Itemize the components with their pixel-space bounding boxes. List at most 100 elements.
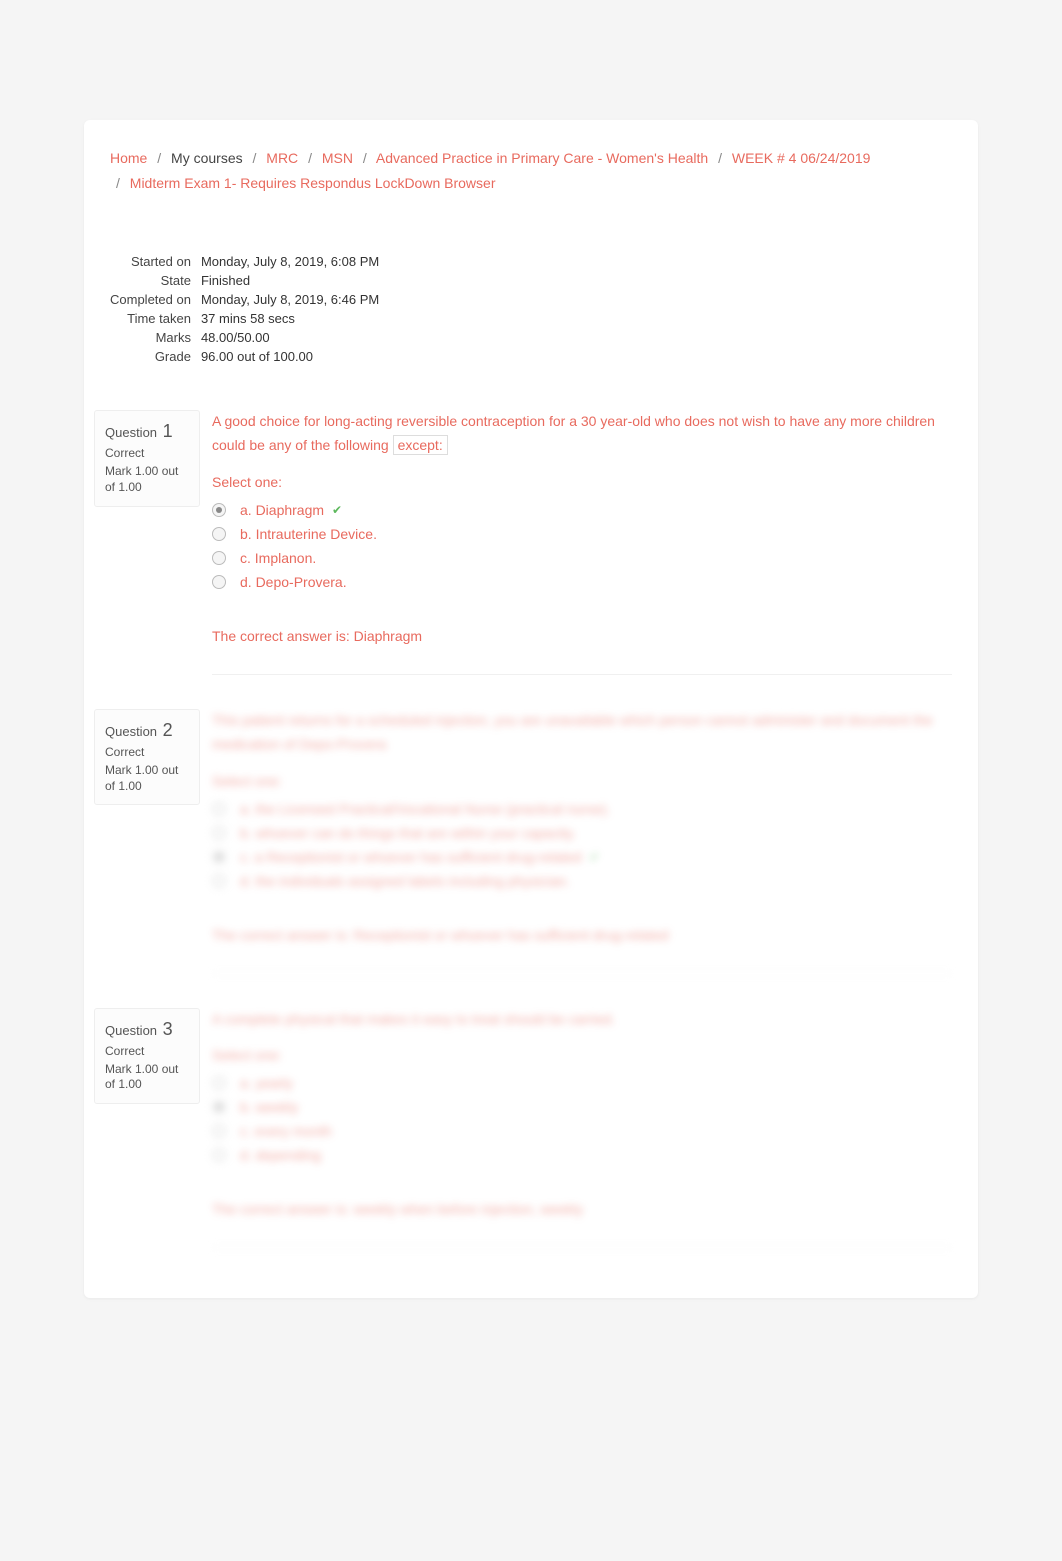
question-number: 2 <box>163 720 173 740</box>
check-icon: ✔ <box>332 503 342 517</box>
select-one-prompt: Select one: <box>212 474 952 490</box>
answer-list: a. the Licensed Practical/Vocational Nur… <box>212 797 952 893</box>
radio-icon[interactable] <box>212 826 226 840</box>
answer-option-a[interactable]: a. yearly <box>212 1071 952 1095</box>
answer-label: a. the Licensed Practical/Vocational Nur… <box>240 801 610 817</box>
question-label: Question <box>105 425 157 440</box>
question-text: A complete physical that makes it easy t… <box>212 1008 952 1032</box>
breadcrumb-mrc[interactable]: MRC <box>266 150 298 166</box>
question-content-blurred: A complete physical that makes it easy t… <box>212 1008 952 1249</box>
radio-icon[interactable] <box>212 874 226 888</box>
question-except-box: except: <box>393 435 448 455</box>
question-state: Correct <box>105 745 189 759</box>
breadcrumb-sep: / <box>718 150 722 166</box>
breadcrumb-course[interactable]: Advanced Practice in Primary Care - Wome… <box>376 150 708 166</box>
breadcrumb-sep: / <box>363 150 367 166</box>
summary-time-value: 37 mins 58 secs <box>201 309 379 328</box>
grade-suffix: out of 100.00 <box>234 349 314 364</box>
question-mark: Mark 1.00 out of 1.00 <box>105 464 189 495</box>
radio-icon[interactable] <box>212 1100 226 1114</box>
answer-option-d[interactable]: d. the individuals assigned labels inclu… <box>212 869 952 893</box>
breadcrumb-sep: / <box>253 150 257 166</box>
breadcrumb-sep: / <box>308 150 312 166</box>
radio-icon[interactable] <box>212 850 226 864</box>
question-text-before: A complete physical that makes it easy t… <box>212 1011 615 1027</box>
answer-option-a[interactable]: a. the Licensed Practical/Vocational Nur… <box>212 797 952 821</box>
answer-option-d[interactable]: d. Depo-Provera. <box>212 570 952 594</box>
answer-label: d. the individuals assigned labels inclu… <box>240 873 570 889</box>
radio-icon[interactable] <box>212 1124 226 1138</box>
radio-icon[interactable] <box>212 575 226 589</box>
question-info: Question 1 Correct Mark 1.00 out of 1.00 <box>94 410 200 506</box>
summary-grade-value: 96.00 out of 100.00 <box>201 347 379 366</box>
question-text: This patient returns for a scheduled inj… <box>212 709 952 757</box>
answer-option-b[interactable]: b. whoever can do things that are within… <box>212 821 952 845</box>
summary-completed-value: Monday, July 8, 2019, 6:46 PM <box>201 290 379 309</box>
breadcrumb: Home / My courses / MRC / MSN / Advanced… <box>84 120 978 204</box>
answer-label: c. a Receptionist or whoever has suffici… <box>240 849 581 865</box>
answer-label: d. Depo-Provera. <box>240 574 347 590</box>
radio-icon[interactable] <box>212 503 226 517</box>
question-state: Correct <box>105 1044 189 1058</box>
question-number: 3 <box>163 1019 173 1039</box>
breadcrumb-exam[interactable]: Midterm Exam 1- Requires Respondus LockD… <box>130 175 496 191</box>
summary-state-label: State <box>110 271 201 290</box>
answer-option-c[interactable]: c. a Receptionist or whoever has suffici… <box>212 845 952 869</box>
correct-answer-feedback: The correct answer is: Diaphragm <box>212 628 952 675</box>
breadcrumb-home[interactable]: Home <box>110 150 147 166</box>
breadcrumb-sep: / <box>157 150 161 166</box>
answer-option-c[interactable]: c. Implanon. <box>212 546 952 570</box>
answer-label: a. Diaphragm <box>240 502 324 518</box>
answer-label: c. Implanon. <box>240 550 316 566</box>
answer-option-d[interactable]: d. depending <box>212 1143 952 1167</box>
summary-grade-label: Grade <box>110 347 201 366</box>
radio-icon[interactable] <box>212 802 226 816</box>
correct-answer-feedback: The correct answer is: weekly when befor… <box>212 1201 952 1248</box>
question-info: Question 3 Correct Mark 1.00 out of 1.00 <box>94 1008 200 1104</box>
answer-label: b. whoever can do things that are within… <box>240 825 576 841</box>
breadcrumb-week[interactable]: WEEK # 4 06/24/2019 <box>732 150 871 166</box>
question-text: A good choice for long-acting reversible… <box>212 410 952 458</box>
summary-time-label: Time taken <box>110 309 201 328</box>
answer-option-c[interactable]: c. every month <box>212 1119 952 1143</box>
question-mark: Mark 1.00 out of 1.00 <box>105 763 189 794</box>
summary-completed-label: Completed on <box>110 290 201 309</box>
question-3: Question 3 Correct Mark 1.00 out of 1.00… <box>84 984 978 1259</box>
answer-label: d. depending <box>240 1147 321 1163</box>
summary-state-value: Finished <box>201 271 379 290</box>
select-one-prompt: Select one: <box>212 773 952 789</box>
answer-label: c. every month <box>240 1123 332 1139</box>
answer-label: b. Intrauterine Device. <box>240 526 377 542</box>
answer-list: a. Diaphragm ✔ b. Intrauterine Device. c… <box>212 498 952 594</box>
summary-marks-label: Marks <box>110 328 201 347</box>
select-one-prompt: Select one: <box>212 1047 952 1063</box>
question-text-before: This patient returns for a scheduled inj… <box>212 712 933 752</box>
summary-marks-value: 48.00/50.00 <box>201 328 379 347</box>
radio-icon[interactable] <box>212 551 226 565</box>
answer-label: a. yearly <box>240 1075 293 1091</box>
radio-icon[interactable] <box>212 1148 226 1162</box>
question-content: A good choice for long-acting reversible… <box>212 410 952 675</box>
summary-started-value: Monday, July 8, 2019, 6:08 PM <box>201 252 379 271</box>
correct-answer-feedback: The correct answer is: Receptionist or w… <box>212 927 952 974</box>
question-label: Question <box>105 1023 157 1038</box>
question-1: Question 1 Correct Mark 1.00 out of 1.00… <box>84 386 978 685</box>
question-info: Question 2 Correct Mark 1.00 out of 1.00 <box>94 709 200 805</box>
summary-started-label: Started on <box>110 252 201 271</box>
question-2: Question 2 Correct Mark 1.00 out of 1.00… <box>84 685 978 984</box>
check-icon: ✔ <box>589 850 599 864</box>
answer-label: b. weekly <box>240 1099 298 1115</box>
breadcrumb-sep: / <box>116 175 120 191</box>
answer-option-a[interactable]: a. Diaphragm ✔ <box>212 498 952 522</box>
question-content-blurred: This patient returns for a scheduled inj… <box>212 709 952 974</box>
radio-icon[interactable] <box>212 1076 226 1090</box>
breadcrumb-mycourses: My courses <box>171 150 243 166</box>
answer-option-b[interactable]: b. Intrauterine Device. <box>212 522 952 546</box>
radio-icon[interactable] <box>212 527 226 541</box>
question-mark: Mark 1.00 out of 1.00 <box>105 1062 189 1093</box>
question-number: 1 <box>163 421 173 441</box>
breadcrumb-msn[interactable]: MSN <box>322 150 353 166</box>
grade-number: 96.00 <box>201 349 234 364</box>
question-label: Question <box>105 724 157 739</box>
answer-option-b[interactable]: b. weekly <box>212 1095 952 1119</box>
